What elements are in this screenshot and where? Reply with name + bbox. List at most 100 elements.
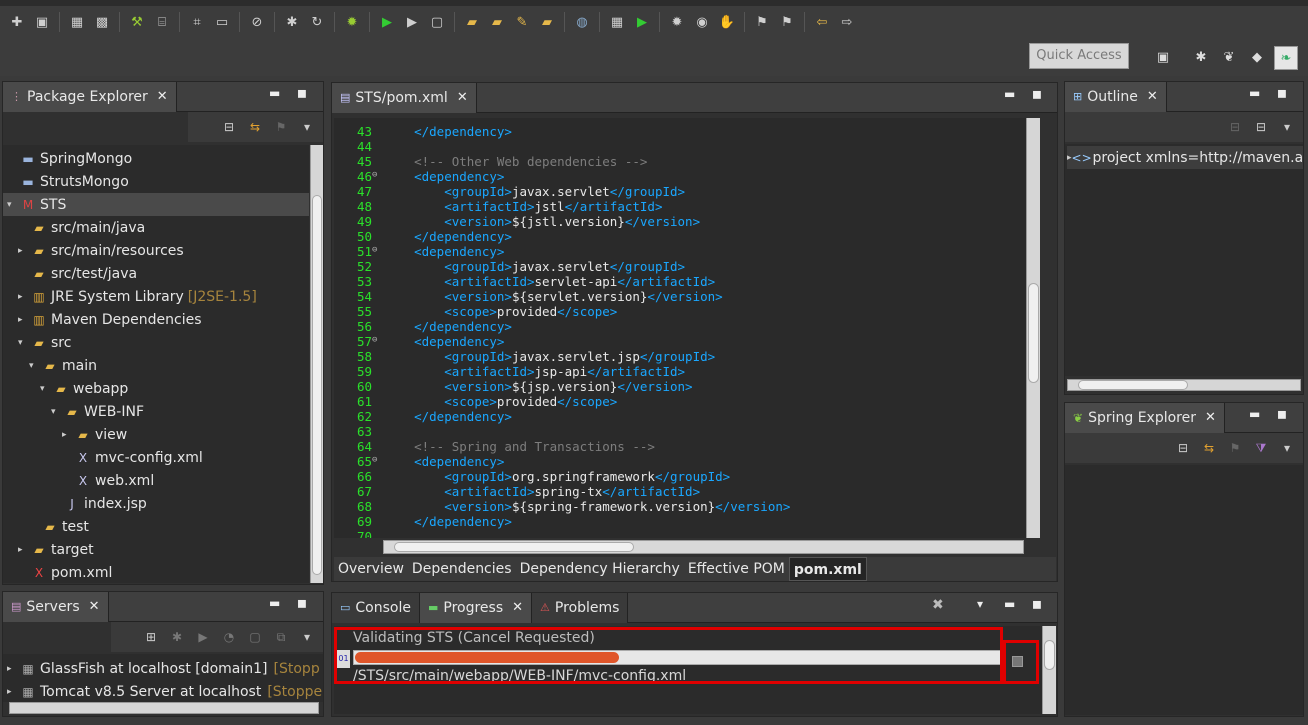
maximize-icon[interactable]: ◼ [1032,87,1042,101]
code-editor[interactable]: 43 44 45 46 ⊖ 47 48 49 50 51 ⊖ 52 53 54 55 56 57 ⊖ 58 59 60 6… [334,118,1026,538]
maximize-icon[interactable]: ◼ [1277,407,1287,421]
open-task-icon[interactable]: ⌗ [186,11,208,33]
debug-perspective-icon[interactable]: ◆ [1246,46,1268,68]
open-type-icon[interactable]: ⌸ [151,11,173,33]
collapse-icon[interactable]: ⊟ [1225,117,1245,137]
tree-item-web-inf[interactable]: ▾ ▰ WEB-INF [51,400,144,423]
tree-item-springmongo[interactable]: ▬ SpringMongo [7,147,132,170]
java-perspective-icon[interactable]: ✱ [1190,46,1212,68]
publish-icon[interactable]: ⧉ [271,627,291,647]
minimize-icon[interactable]: ▬ [1249,407,1260,421]
open-folder-icon[interactable]: ▰ [461,11,483,33]
scrollbar-thumb[interactable] [312,195,322,575]
scrollbar-thumb[interactable] [394,542,634,552]
tab-problems[interactable]: ⚠ Problems [532,592,629,623]
maximize-icon[interactable]: ◼ [297,596,307,610]
folder-icon[interactable]: ▰ [536,11,558,33]
new-class-icon[interactable]: ▣ [31,11,53,33]
debug-server-icon[interactable]: ✱ [167,627,187,647]
tab-servers[interactable]: ▤ Servers ✕ [3,591,109,622]
progress-vscrollbar[interactable] [1042,626,1056,714]
view-menu-icon[interactable]: ▾ [1277,117,1297,137]
fold-icon[interactable]: ⊖ [372,170,377,180]
expand-icon[interactable]: ▾ [51,407,63,417]
servers-hscrollbar[interactable] [9,702,319,714]
spring-perspective-icon[interactable]: ❦ [1218,46,1240,68]
close-icon[interactable]: ✕ [512,600,523,615]
terminal-icon[interactable]: ▭ [211,11,233,33]
tab-package-explorer[interactable]: ⋮ Package Explorer ✕ [3,81,177,112]
tree-item-target[interactable]: ▸ ▰ target [18,538,94,561]
expand-icon[interactable]: ▸ [18,246,30,256]
pom-tab-dependency-hierarchy[interactable]: Dependency Hierarchy [516,557,684,581]
tree-item-strutsmongo[interactable]: ▬ StrutsMongo [7,170,128,193]
view-menu-icon[interactable]: ▾ [977,597,983,611]
tree-item-mvc-config-xml[interactable]: Xmvc-config.xml [62,446,203,469]
close-icon[interactable]: ✕ [157,89,168,104]
quick-access-field[interactable]: Quick Access [1029,43,1129,69]
expand-icon[interactable]: ▾ [29,361,41,371]
maximize-icon[interactable]: ◼ [1277,86,1287,100]
expand-icon[interactable]: ▸ [7,664,19,674]
stop-server-icon[interactable]: ◉ [691,11,713,33]
link-editor-icon[interactable]: ⇆ [1199,438,1219,458]
tree-item-src-test-java[interactable]: ▰ src/test/java [18,262,137,285]
forward-icon[interactable]: ⇨ [836,11,858,33]
server-item-tomcat[interactable]: ▸ ▦ Tomcat v8.5 Server at localhost [Sto… [7,680,322,702]
new-server-icon[interactable]: ⊞ [141,627,161,647]
tree-item-pom-xml[interactable]: Xpom.xml [18,561,112,583]
tab-progress[interactable]: ▬ Progress ✕ [419,592,533,623]
pom-tab-dependencies[interactable]: Dependencies [408,557,516,581]
tree-item-view[interactable]: ▸ ▰ view [62,423,127,446]
close-icon[interactable]: ✕ [1205,410,1216,425]
maximize-icon[interactable]: ◼ [1032,597,1042,611]
tree-item-test[interactable]: ▰ test [29,515,89,538]
minimize-icon[interactable]: ▬ [1249,86,1260,100]
tree-item-maven-dependencies[interactable]: ▸ ▥ Maven Dependencies [18,308,202,331]
debug-icon[interactable]: ✹ [341,11,363,33]
collapse-all-icon[interactable]: ⊟ [1173,438,1193,458]
globe-icon[interactable]: ◍ [571,11,593,33]
view-menu-icon[interactable]: ▾ [297,627,317,647]
new-spring-icon[interactable]: ✱ [281,11,303,33]
pom-tab-effective-pom[interactable]: Effective POM [684,557,789,581]
tab-spring-explorer[interactable]: ❦ Spring Explorer ✕ [1065,402,1225,433]
minimize-icon[interactable]: ▬ [1004,87,1015,101]
tree-item-src-main-resources[interactable]: ▸ ▰ src/main/resources [18,239,184,262]
tab-console[interactable]: ▭ Console [332,592,420,623]
maximize-icon[interactable]: ◼ [297,86,307,100]
tree-item-src-main-java[interactable]: ▰ src/main/java [18,216,145,239]
server-icon[interactable]: ▦ [606,11,628,33]
build-icon[interactable]: ⚒ [126,11,148,33]
collapse-all-icon[interactable]: ⊟ [219,117,239,137]
server-item-glassfish[interactable]: ▸ ▦ GlassFish at localhost [domain1] [St… [7,657,320,680]
refresh-icon[interactable]: ↻ [306,11,328,33]
remove-finished-icon[interactable]: ✖ [932,597,944,613]
expand-icon[interactable]: ▸ [18,545,30,555]
expand-icon[interactable]: ▾ [40,384,52,394]
minimize-icon[interactable]: ▬ [1004,597,1015,611]
back-icon[interactable]: ⇦ [811,11,833,33]
pom-tab-overview[interactable]: Overview [334,557,408,581]
run-external-icon[interactable]: ▶ [401,11,423,33]
expand-icon[interactable]: ▾ [7,200,19,210]
expand-icon[interactable]: ▾ [18,338,30,348]
view-menu-icon[interactable]: ▾ [1277,438,1297,458]
tree-item-main[interactable]: ▾ ▰ main [29,354,97,377]
fold-icon[interactable]: ⊖ [372,245,377,255]
close-icon[interactable]: ✕ [89,599,100,614]
sts-perspective-icon[interactable]: ❧ [1274,46,1298,70]
save-icon[interactable]: ▦ [66,11,88,33]
view-menu-icon[interactable]: ▾ [297,117,317,137]
new-icon[interactable]: ✚ [6,11,28,33]
tree-item-src[interactable]: ▾ ▰ src [18,331,71,354]
outline-hscrollbar[interactable] [1067,379,1301,391]
minimize-icon[interactable]: ▬ [269,596,280,610]
tree-item-index-jsp[interactable]: Jindex.jsp [51,492,147,515]
start-server-icon[interactable]: ▶ [631,11,653,33]
save-all-icon[interactable]: ▩ [91,11,113,33]
tab-outline[interactable]: ⊞ Outline ✕ [1065,81,1167,112]
close-icon[interactable]: ✕ [1147,89,1158,104]
debug-server-icon[interactable]: ✹ [666,11,688,33]
editor-hscrollbar[interactable] [383,540,1024,554]
